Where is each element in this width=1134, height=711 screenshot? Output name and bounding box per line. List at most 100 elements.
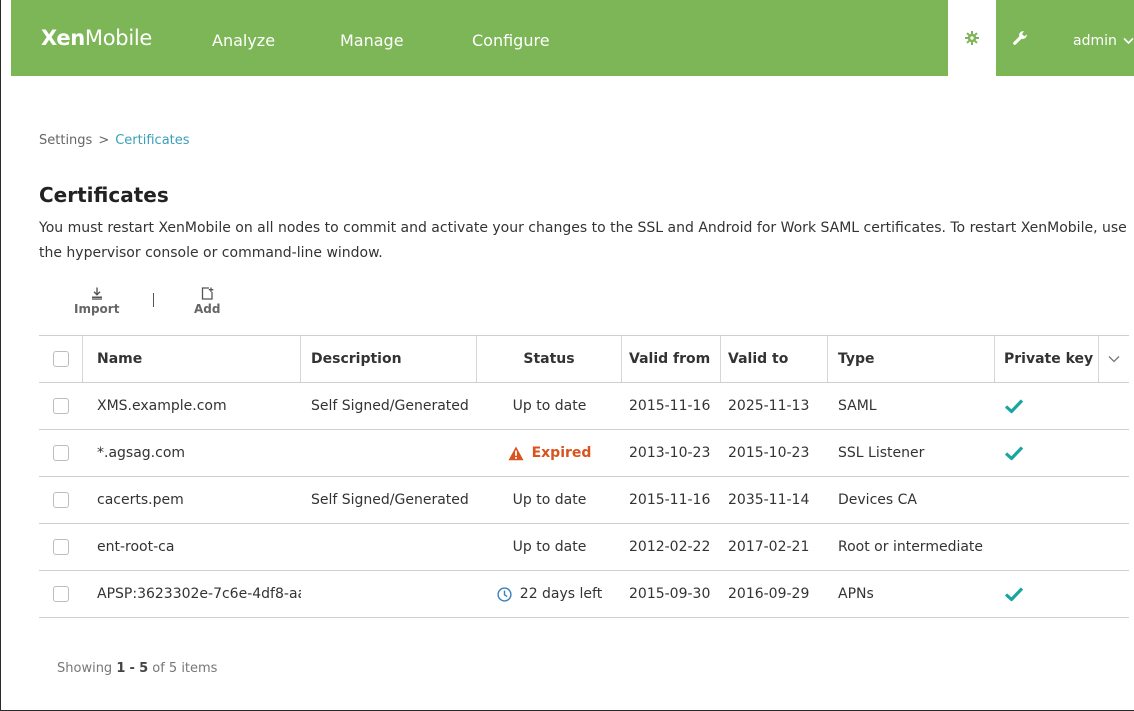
column-header-valid-to[interactable]: Valid to <box>721 336 828 382</box>
cell-status: 22 days left <box>477 571 622 617</box>
settings-button[interactable] <box>948 0 996 76</box>
cell-description: Self Signed/Generated <box>311 398 469 414</box>
cell-valid-to: 2025-11-13 <box>728 398 810 414</box>
breadcrumb-certificates[interactable]: Certificates <box>115 133 189 148</box>
table-row[interactable]: *.agsag.com Expired 2013-10-23 2015-10-2… <box>39 430 1129 477</box>
table-header-row: Name Description Status Valid from Valid… <box>39 336 1129 383</box>
column-header-description[interactable]: Description <box>301 336 477 382</box>
add-document-icon <box>201 287 214 300</box>
import-label: Import <box>74 302 120 316</box>
top-navigation-bar: XenMobile Analyze Manage Configure admin <box>11 0 1134 76</box>
status-expired: Expired <box>508 445 592 461</box>
nav-analyze[interactable]: Analyze <box>212 31 275 50</box>
page-description: You must restart XenMobile on all nodes … <box>39 220 1127 261</box>
cell-type: Devices CA <box>838 492 917 508</box>
range-start: 1 <box>116 661 126 676</box>
cell-type: Root or intermediate <box>838 539 984 555</box>
breadcrumb: Settings > Certificates <box>39 133 190 148</box>
cell-private-key <box>995 383 1099 429</box>
row-checkbox[interactable] <box>53 398 69 414</box>
row-select-cell <box>39 571 83 617</box>
row-select-cell <box>39 524 83 570</box>
gear-icon <box>965 31 979 45</box>
column-header-type[interactable]: Type <box>828 336 995 382</box>
cell-name: APSP:3623302e-7c6e-4df8-aa9 <box>97 586 301 602</box>
checkmark-icon <box>1004 587 1024 602</box>
add-button[interactable]: Add <box>194 287 220 316</box>
row-checkbox[interactable] <box>53 586 69 602</box>
chevron-down-icon <box>1123 37 1134 45</box>
import-icon <box>91 287 102 300</box>
add-label: Add <box>194 302 221 316</box>
cell-description <box>301 571 477 617</box>
checkmark-icon <box>1004 446 1024 461</box>
column-header-valid-from[interactable]: Valid from <box>622 336 721 382</box>
cell-description <box>301 430 477 476</box>
column-header-status[interactable]: Status <box>477 336 622 382</box>
xenmobile-logo[interactable]: XenMobile <box>41 26 152 50</box>
status-text: Up to date <box>512 492 587 508</box>
cell-valid-to: 2017-02-21 <box>728 539 810 555</box>
row-checkbox[interactable] <box>53 539 69 555</box>
select-all-checkbox[interactable] <box>52 351 69 367</box>
user-menu[interactable]: admin <box>1073 33 1134 49</box>
table-row[interactable]: ent-root-ca Up to date 2012-02-22 2017-0… <box>39 524 1129 571</box>
cell-status: Up to date <box>477 383 622 429</box>
page-title: Certificates <box>39 183 169 207</box>
cell-valid-from: 2013-10-23 <box>629 445 711 461</box>
cell-type: SSL Listener <box>838 445 925 461</box>
cell-name: XMS.example.com <box>97 398 227 414</box>
column-header-private-key[interactable]: Private key <box>995 336 1099 382</box>
wrench-icon <box>1013 31 1027 45</box>
pagination-summary: Showing 1 - 5 of 5 items <box>57 661 217 676</box>
chevron-down-icon <box>1108 356 1120 363</box>
cell-private-key <box>995 524 1099 570</box>
table-row[interactable]: cacerts.pem Self Signed/Generated Up to … <box>39 477 1129 524</box>
nav-configure[interactable]: Configure <box>472 31 550 50</box>
cell-valid-from: 2015-11-16 <box>629 398 711 414</box>
cell-valid-to: 2035-11-14 <box>728 492 810 508</box>
table-row[interactable]: XMS.example.com Self Signed/Generated Up… <box>39 383 1129 430</box>
cell-valid-to: 2015-10-23 <box>728 445 810 461</box>
cell-name: cacerts.pem <box>97 492 184 508</box>
nav-manage[interactable]: Manage <box>340 31 404 50</box>
status-expiring: 22 days left <box>497 586 602 602</box>
breadcrumb-separator: > <box>98 133 110 148</box>
row-checkbox[interactable] <box>53 445 69 461</box>
cell-status: Expired <box>477 430 622 476</box>
row-checkbox[interactable] <box>53 492 69 508</box>
cell-type: SAML <box>838 398 877 414</box>
cell-private-key <box>995 430 1099 476</box>
row-select-cell <box>39 477 83 523</box>
certificates-table: Name Description Status Valid from Valid… <box>39 335 1129 618</box>
footer-total: of 5 items <box>152 661 218 676</box>
logo-light-text: Mobile <box>84 26 153 50</box>
user-name: admin <box>1073 33 1117 49</box>
range-dash: - <box>129 661 135 676</box>
status-text: Expired <box>531 445 592 461</box>
cell-type: APNs <box>838 586 874 602</box>
logo-bold-text: Xen <box>41 26 85 50</box>
support-button[interactable] <box>996 0 1044 76</box>
select-all-cell <box>39 336 83 382</box>
cell-valid-from: 2012-02-22 <box>629 539 711 555</box>
import-button[interactable]: Import <box>74 287 119 316</box>
toolbar-divider <box>153 293 154 307</box>
cell-valid-from: 2015-11-16 <box>629 492 711 508</box>
status-text: 22 days left <box>519 586 603 602</box>
cell-status: Up to date <box>477 477 622 523</box>
cell-name: *.agsag.com <box>97 445 186 461</box>
breadcrumb-settings[interactable]: Settings <box>39 133 92 148</box>
table-row[interactable]: APSP:3623302e-7c6e-4df8-aa9 22 days left… <box>39 571 1129 618</box>
cell-private-key <box>995 477 1099 523</box>
status-text: Up to date <box>512 398 587 414</box>
cell-valid-to: 2016-09-29 <box>728 586 810 602</box>
status-text: Up to date <box>512 539 587 555</box>
column-header-name[interactable]: Name <box>83 336 301 382</box>
column-chooser-button[interactable] <box>1099 336 1129 382</box>
row-select-cell <box>39 430 83 476</box>
cell-name: ent-root-ca <box>97 539 175 555</box>
cell-description <box>301 524 477 570</box>
footer-prefix: Showing <box>57 661 113 676</box>
checkmark-icon <box>1004 399 1024 414</box>
